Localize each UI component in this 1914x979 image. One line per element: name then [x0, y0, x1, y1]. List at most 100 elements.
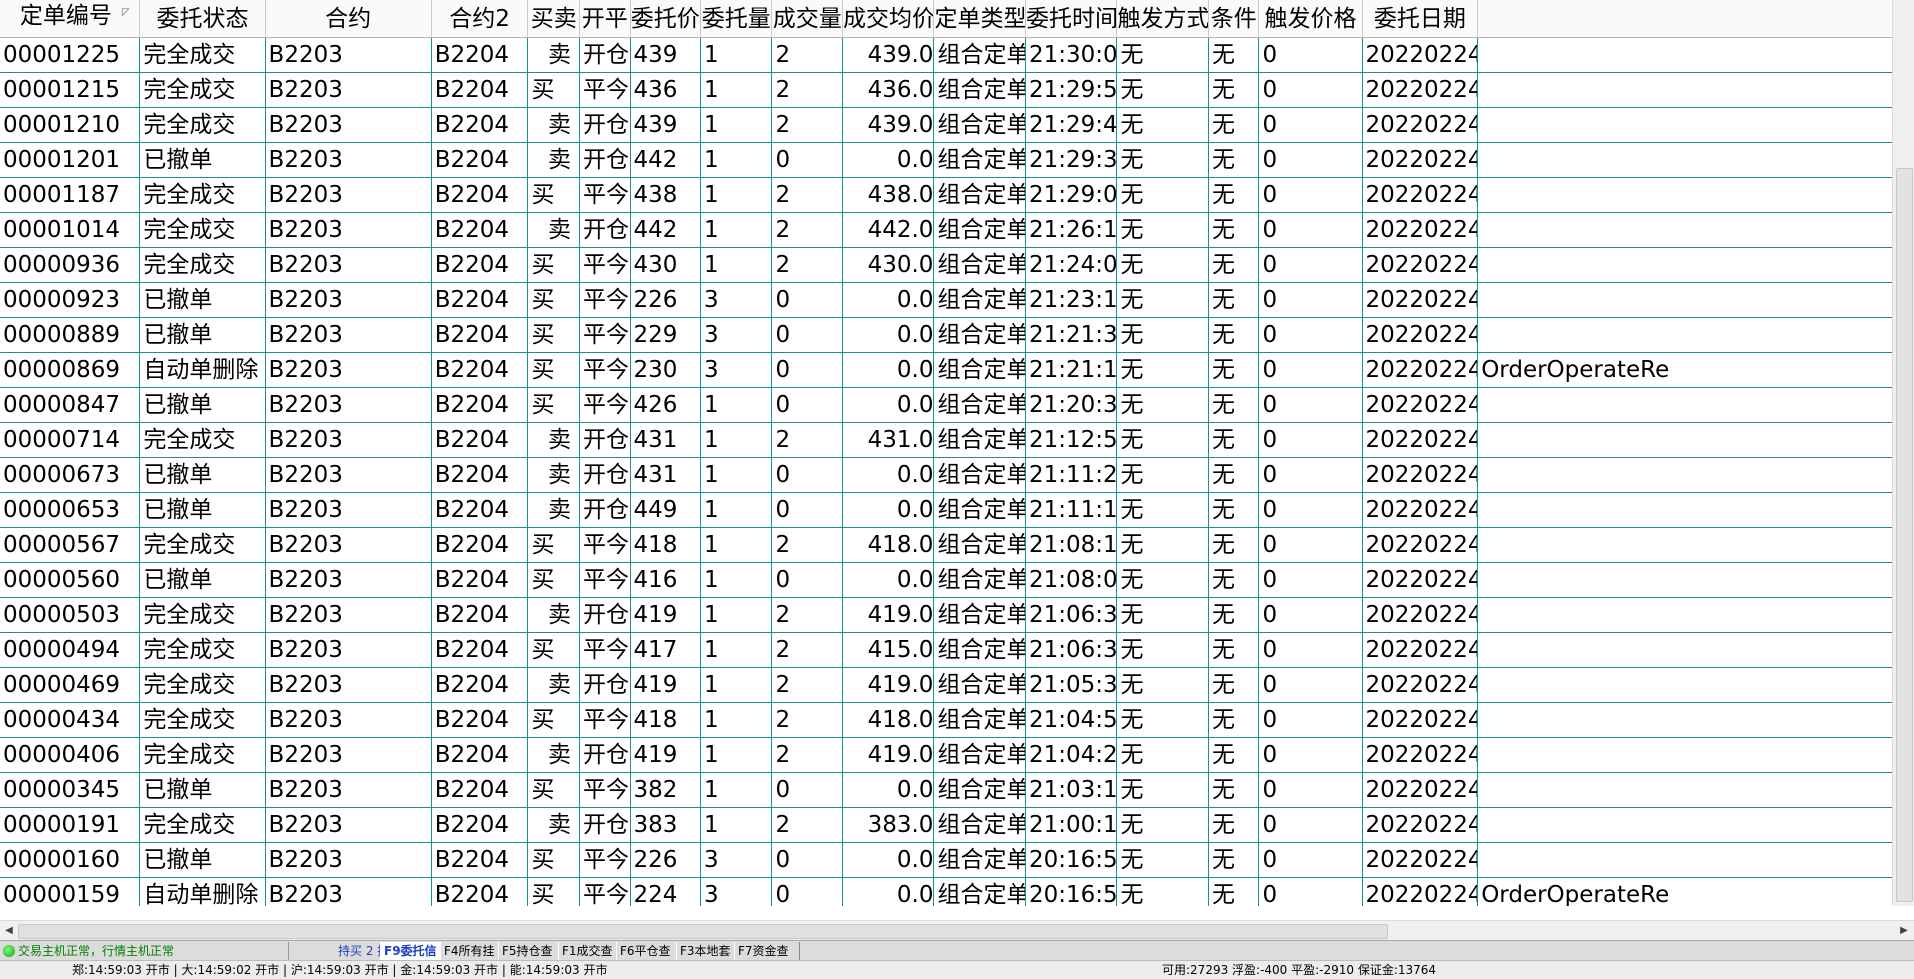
table-row[interactable]: 00000869 自动单删除 B2203 B2204 买平今 230 3 0 0.0 组合定单 21…	[0, 352, 1892, 388]
table-row[interactable]: 00000469 完全成交 B2203 B2204 卖开仓 419 1 2 419.0 组合定单 2…	[0, 667, 1892, 703]
order-time-cell: 21:08:16	[1025, 527, 1118, 563]
tab-7[interactable]: F7资金查询	[734, 942, 800, 976]
order-status-cell: 已撤单	[139, 842, 266, 878]
column-header[interactable]: 触发价格	[1258, 0, 1363, 38]
condition-cell: 无	[1208, 457, 1260, 493]
market-session-status: 郑:14:59:03 开市 | 大:14:59:02 开市 | 沪:14:59:…	[72, 963, 608, 977]
vertical-scrollbar[interactable]	[1892, 0, 1914, 906]
table-row[interactable]: 00000159 自动单删除 B2203 B2204 买平今 224 3 0 0.0 组合定单 20…	[0, 877, 1892, 906]
table-row[interactable]: 00000560 已撤单 B2203 B2204 买平今 416 1 0 0.0 组合定单 21:0…	[0, 562, 1892, 598]
table-row[interactable]: 00000923 已撤单 B2203 B2204 买平今 226 3 0 0.0 组合定单 21:2…	[0, 282, 1892, 318]
order-status-cell: 完全成交	[139, 37, 266, 73]
table-row[interactable]: 00000936 完全成交 B2203 B2204 买平今 430 1 2 430.0 组合定单 2…	[0, 247, 1892, 283]
order-price-cell: 418	[630, 702, 701, 738]
order-time-cell: 21:04:59	[1025, 702, 1118, 738]
orders-table: 定单编号 ◸ 委托状态 合约 合约2 买卖 开平 委托价 委托量 成交量 成交均价 定单类型 委托时间触…	[0, 0, 1892, 906]
table-row[interactable]: 00001187 完全成交 B2203 B2204 买平今 438 1 2 438.0 组合定单 2…	[0, 177, 1892, 213]
order-date-cell: 20220224	[1362, 877, 1479, 906]
table-row[interactable]: 00000406 完全成交 B2203 B2204 卖开仓 419 1 2 419.0 组合定单 2…	[0, 737, 1892, 773]
order-type-cell: 组合定单	[933, 632, 1026, 668]
open-close-cell: 平今	[579, 877, 631, 906]
contract-1-cell: B2203	[265, 317, 432, 353]
table-row[interactable]: 00000653 已撤单 B2203 B2204 卖开仓 449 1 0 0.0 组合定单 21:1…	[0, 492, 1892, 528]
tab-4[interactable]: F1成交查询	[558, 942, 622, 976]
arrow-left-icon[interactable]: ◀	[1, 923, 17, 939]
column-header[interactable]: 合约	[265, 0, 432, 38]
column-header[interactable]: 触发方式	[1116, 0, 1209, 38]
contract-1-cell: B2203	[265, 247, 432, 283]
buy-sell-cell: 买	[527, 632, 581, 668]
trigger-price-cell: 0	[1258, 37, 1363, 73]
table-row[interactable]: 00000191 完全成交 B2203 B2204 卖开仓 383 1 2 383.0 组合定单 2…	[0, 807, 1892, 843]
condition-cell: 无	[1208, 72, 1260, 108]
tab-2[interactable]: F4所有挂单	[440, 942, 504, 976]
contract-1-cell: B2203	[265, 212, 432, 248]
column-header[interactable]: 合约2	[431, 0, 529, 38]
column-header-label: 定单编号	[19, 3, 112, 29]
order-price-cell: 419	[630, 597, 701, 633]
order-status-cell: 完全成交	[139, 107, 266, 143]
trigger-mode-cell: 无	[1116, 597, 1209, 633]
avg-fill-price-cell: 0.0	[842, 282, 935, 318]
table-row[interactable]: 00000503 完全成交 B2203 B2204 卖开仓 419 1 2 419.0 组合定单 2…	[0, 597, 1892, 633]
table-row[interactable]: 00000673 已撤单 B2203 B2204 卖开仓 431 1 0 0.0 组合定单 21:1…	[0, 457, 1892, 493]
trigger-mode-cell: 无	[1116, 527, 1209, 563]
horizontal-scroll-thumb[interactable]	[18, 924, 1388, 939]
column-header[interactable]: 开平	[579, 0, 631, 38]
column-header[interactable]: 委托量	[700, 0, 773, 38]
order-price-cell: 442	[630, 142, 701, 178]
table-row[interactable]: 00000494 完全成交 B2203 B2204 买平今 417 1 2 415.0 组合定单 2…	[0, 632, 1892, 668]
column-header[interactable]: 条件	[1208, 0, 1260, 38]
sort-indicator-icon[interactable]: ◸	[122, 7, 130, 18]
trigger-mode-cell: 无	[1116, 457, 1209, 493]
column-header[interactable]: 委托日期	[1362, 0, 1479, 38]
table-row[interactable]: 00000434 完全成交 B2203 B2204 买平今 418 1 2 418.0 组合定单 2…	[0, 702, 1892, 738]
order-date-cell: 20220224	[1362, 352, 1479, 388]
filled-qty-cell: 2	[771, 422, 843, 458]
order-date-cell: 20220224	[1362, 597, 1479, 633]
table-row[interactable]: 00001215 完全成交 B2203 B2204 买平今 436 1 2 436.0 组合定单 2…	[0, 72, 1892, 108]
column-header[interactable]: 反馈	[1477, 0, 1892, 38]
table-row[interactable]: 00000567 完全成交 B2203 B2204 买平今 418 1 2 418.0 组合定单 2…	[0, 527, 1892, 563]
buy-sell-cell: 买	[527, 842, 581, 878]
condition-cell: 无	[1208, 527, 1260, 563]
trigger-price-cell: 0	[1258, 667, 1363, 703]
column-header[interactable]: 委托状态	[139, 0, 266, 38]
tab-1[interactable]: F9委托信息	[380, 942, 446, 976]
contract-1-cell: B2203	[265, 597, 432, 633]
column-header[interactable]: 定单编号 ◸	[0, 0, 141, 38]
order-date-cell: 20220224	[1362, 247, 1479, 283]
order-id-cell: 00000936	[0, 247, 141, 283]
contract-2-cell: B2204	[431, 282, 529, 318]
column-header[interactable]: 定单类型	[933, 0, 1026, 38]
table-row[interactable]: 00000847 已撤单 B2203 B2204 买平今 426 1 0 0.0 组合定单 21:2…	[0, 387, 1892, 423]
order-qty-cell: 3	[700, 877, 773, 906]
table-row[interactable]: 00000889 已撤单 B2203 B2204 买平今 229 3 0 0.0 组合定单 21:2…	[0, 317, 1892, 353]
trigger-price-cell: 0	[1258, 492, 1363, 528]
table-row[interactable]: 00000714 完全成交 B2203 B2204 卖开仓 431 1 2 431.0 组合定单 2…	[0, 422, 1892, 458]
status-bar: 郑:14:59:03 开市 | 大:14:59:02 开市 | 沪:14:59:…	[0, 960, 1914, 979]
column-header[interactable]: 成交量	[771, 0, 843, 38]
table-row[interactable]: 00001014 完全成交 B2203 B2204 卖开仓 442 1 2 442.0 组合定单 2…	[0, 212, 1892, 248]
column-header[interactable]: 成交均价	[842, 0, 935, 38]
feedback-cell: OrderOperateRe	[1477, 877, 1892, 906]
order-price-cell: 230	[630, 352, 701, 388]
filled-qty-cell: 2	[771, 807, 843, 843]
order-qty-cell: 1	[700, 667, 773, 703]
tab-5[interactable]: F6平仓查询	[616, 942, 682, 976]
table-row[interactable]: 00000160 已撤单 B2203 B2204 买平今 226 3 0 0.0 组合定单 20:1…	[0, 842, 1892, 878]
column-header[interactable]: 委托价	[630, 0, 701, 38]
table-row[interactable]: 00001201 已撤单 B2203 B2204 卖开仓 442 1 0 0.0 组合定单 21:2…	[0, 142, 1892, 178]
order-grid[interactable]: 定单编号 ◸ 委托状态 合约 合约2 买卖 开平 委托价 委托量 成交量 成交均价 定单类型 委托时间触…	[0, 0, 1892, 906]
arrow-right-icon[interactable]: ▶	[1896, 923, 1912, 939]
tab-3[interactable]: F5持仓查询	[498, 942, 564, 976]
table-row[interactable]: 00000345 已撤单 B2203 B2204 买平今 382 1 0 0.0 组合定单 21:0…	[0, 772, 1892, 808]
table-row[interactable]: 00001225 完全成交 B2203 B2204 卖开仓 439 1 2 439.0 组合定单 2…	[0, 37, 1892, 73]
column-header[interactable]: 买卖	[527, 0, 581, 38]
vertical-scroll-thumb[interactable]	[1896, 168, 1913, 902]
horizontal-scrollbar[interactable]: ◀ ▶	[0, 920, 1914, 941]
order-id-cell: 00000847	[0, 387, 141, 423]
tab-6[interactable]: F3本地套利	[676, 942, 740, 976]
table-row[interactable]: 00001210 完全成交 B2203 B2204 卖开仓 439 1 2 439.0 组合定单 2…	[0, 107, 1892, 143]
column-header[interactable]: 委托时间	[1025, 0, 1118, 38]
